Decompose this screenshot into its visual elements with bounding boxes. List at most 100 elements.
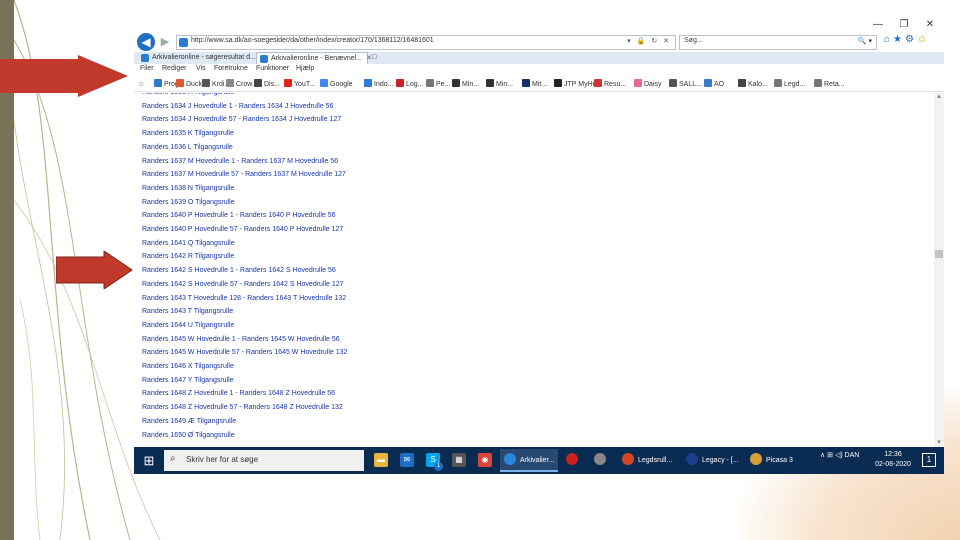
favorite-label: Google (330, 81, 353, 88)
favorite-item[interactable]: Log... (396, 79, 424, 90)
favorite-label: Mit... (532, 81, 548, 88)
menu-foretrukne[interactable]: Foretrukne (214, 65, 248, 72)
record-link[interactable]: Randers 1642 S Hovedrulle 1 - Randers 16… (142, 267, 336, 274)
chrome-icon[interactable]: ◉ (478, 453, 492, 467)
favorite-item[interactable]: Daisy (634, 79, 662, 90)
taskbar-app[interactable]: Picasa 3 (746, 449, 806, 472)
menu-hjaelp[interactable]: Hjælp (296, 65, 314, 72)
record-link[interactable]: Randers 1633 H Tilgangsrulle (142, 93, 234, 96)
menu-funktioner[interactable]: Funktioner (256, 65, 289, 72)
restore-button[interactable]: ❐ (894, 19, 914, 31)
record-link[interactable]: Randers 1640 P Hovedrulle 57 - Randers 1… (142, 226, 343, 233)
record-link[interactable]: Randers 1637 M Hovedrulle 1 - Randers 16… (142, 158, 338, 165)
taskbar-app[interactable]: Arkivalier... (500, 449, 558, 472)
vertical-scrollbar[interactable]: ▴ ▾ (934, 93, 944, 447)
address-controls[interactable]: ▾ 🔒 ↻ ✕ (627, 37, 671, 45)
scroll-up-icon[interactable]: ▴ (934, 93, 944, 101)
search-input[interactable]: Søg... 🔍 ▾ (679, 35, 877, 50)
duck-icon (176, 79, 184, 87)
favorite-item[interactable]: Dis... (254, 79, 280, 90)
star-icon[interactable]: ★ (893, 34, 905, 45)
favorite-item[interactable]: Mit... (522, 79, 547, 90)
record-link[interactable]: Randers 1645 W Hovedrulle 57 - Randers 1… (142, 349, 347, 356)
record-link[interactable]: Randers 1643 T Hovedrulle 128 - Randers … (142, 295, 346, 302)
home-icon[interactable]: ⌂ (884, 34, 893, 45)
youtube-icon (284, 79, 292, 87)
menu-filer[interactable]: Filer (140, 65, 154, 72)
new-tab-button[interactable]: □ (368, 52, 382, 64)
favorite-item[interactable]: YouT... (284, 79, 315, 90)
system-tray[interactable]: ∧ ⊞ ◁) DAN (820, 451, 859, 459)
notification-button[interactable]: 1 (922, 453, 936, 467)
record-link[interactable]: Randers 1648 Z Hovedrulle 57 - Randers 1… (142, 404, 343, 411)
favorite-item[interactable]: SALL... (669, 79, 702, 90)
arrow-pointer-row (56, 251, 133, 289)
search-icon[interactable]: 🔍 ▾ (858, 37, 872, 45)
smiley-icon[interactable]: ☺ (917, 34, 930, 45)
favorite-label: Dis... (264, 81, 280, 88)
record-link[interactable]: Randers 1648 Z Hovedrulle 1 - Randers 16… (142, 390, 335, 397)
favorite-item[interactable]: Pe... (426, 79, 450, 90)
favorite-item[interactable]: Resu... (594, 79, 626, 90)
record-link[interactable]: Randers 1634 J Hovedrulle 57 - Randers 1… (142, 116, 341, 123)
favorite-item[interactable]: Min... (452, 79, 479, 90)
record-link[interactable]: Randers 1650 Ø Tilgangsrulle (142, 432, 235, 439)
gear-icon[interactable]: ⚙ (905, 34, 917, 45)
favorite-item[interactable]: AO (704, 79, 724, 90)
taskbar-app[interactable]: Legdsrull... (618, 449, 680, 472)
file-explorer-icon[interactable]: ▬ (374, 453, 388, 467)
menu-vis[interactable]: Vis (196, 65, 206, 72)
ao-icon (704, 79, 712, 87)
record-link[interactable]: Randers 1645 W Hovedrulle 1 - Randers 16… (142, 336, 340, 343)
record-link[interactable]: Randers 1642 S Hovedrulle 57 - Randers 1… (142, 281, 344, 288)
favorites-star-icon[interactable]: ☆ (138, 79, 144, 90)
taskbar-search[interactable]: ⌕ Skriv her for at søge (164, 450, 364, 471)
scroll-thumb[interactable] (935, 250, 943, 258)
clock[interactable]: 12:36 02-08-2020 (872, 450, 914, 470)
minimize-button[interactable]: — (868, 19, 888, 31)
record-link[interactable]: Randers 1636 L Tilgangsrulle (142, 144, 233, 151)
taskbar-app[interactable] (590, 449, 616, 472)
start-button[interactable]: ⊞ (138, 450, 160, 471)
record-link[interactable]: Randers 1649 Æ Tilgangsrulle (142, 418, 236, 425)
record-link[interactable]: Randers 1637 M Hovedrulle 57 - Randers 1… (142, 171, 346, 178)
crow-icon (226, 79, 234, 87)
page-content: Randers 1633 H Tilgangsrulle Randers 1634… (134, 93, 934, 447)
record-link[interactable]: Randers 1644 U Tilgangsrulle (142, 322, 234, 329)
mail-icon[interactable]: ✉ (400, 453, 414, 467)
record-link[interactable]: Randers 1646 X Tilgangsrulle (142, 363, 234, 370)
arrow-pointer-tabs (0, 55, 128, 97)
record-link[interactable]: Randers 1639 O Tilgangsrulle (142, 199, 235, 206)
search-icon: ⌕ (170, 453, 176, 464)
taskbar-app[interactable] (562, 449, 588, 472)
forward-button[interactable]: ▶ (157, 35, 173, 49)
menu-rediger[interactable]: Rediger (162, 65, 187, 72)
record-link[interactable]: Randers 1641 Q Tilgangsrulle (142, 240, 235, 247)
favorite-item[interactable]: Min... (486, 79, 513, 90)
record-link[interactable]: Randers 1647 Y Tilgangsrulle (142, 377, 234, 384)
tab-benaevnelse[interactable]: Arkivalieronline - Benævnel... ✕ (256, 52, 372, 64)
slide: — ❐ ✕ ◀ ▶ http://www.sa.dk/ao-soegesider… (0, 0, 960, 540)
favorite-item[interactable]: Reta... (814, 79, 845, 90)
taskbar-app[interactable]: Legacy - [... (682, 449, 742, 472)
favorite-item[interactable]: Google (320, 79, 353, 90)
favorite-label: Min... (462, 81, 480, 88)
record-link[interactable]: Randers 1638 N Tilgangsrulle (142, 185, 234, 192)
address-bar[interactable]: http://www.sa.dk/ao-soegesider/da/other/… (176, 35, 676, 50)
scroll-down-icon[interactable]: ▾ (934, 439, 944, 447)
favorite-label: Daisy (644, 81, 662, 88)
favorite-item[interactable]: Kalo... (738, 79, 768, 90)
close-button[interactable]: ✕ (920, 19, 940, 31)
back-button[interactable]: ◀ (137, 33, 155, 51)
record-link[interactable]: Randers 1635 K Tilgangsrulle (142, 130, 234, 137)
tab-search-results[interactable]: Arkivalieronline - søgeresultat d... (138, 52, 256, 64)
calculator-icon[interactable]: ▦ (452, 453, 466, 467)
record-link[interactable]: Randers 1643 T Tilgangsrulle (142, 308, 233, 315)
clock-date: 02-08-2020 (875, 461, 911, 468)
favorite-label: Indo... (374, 81, 394, 88)
record-link[interactable]: Randers 1640 P Hovedrulle 1 - Randers 16… (142, 212, 336, 219)
favorite-item[interactable]: Indo... (364, 79, 393, 90)
favorite-item[interactable]: Legd... (774, 79, 805, 90)
record-link[interactable]: Randers 1642 R Tilgangsrulle (142, 253, 234, 260)
record-link[interactable]: Randers 1634 J Hovedrulle 1 - Randers 16… (142, 103, 333, 110)
